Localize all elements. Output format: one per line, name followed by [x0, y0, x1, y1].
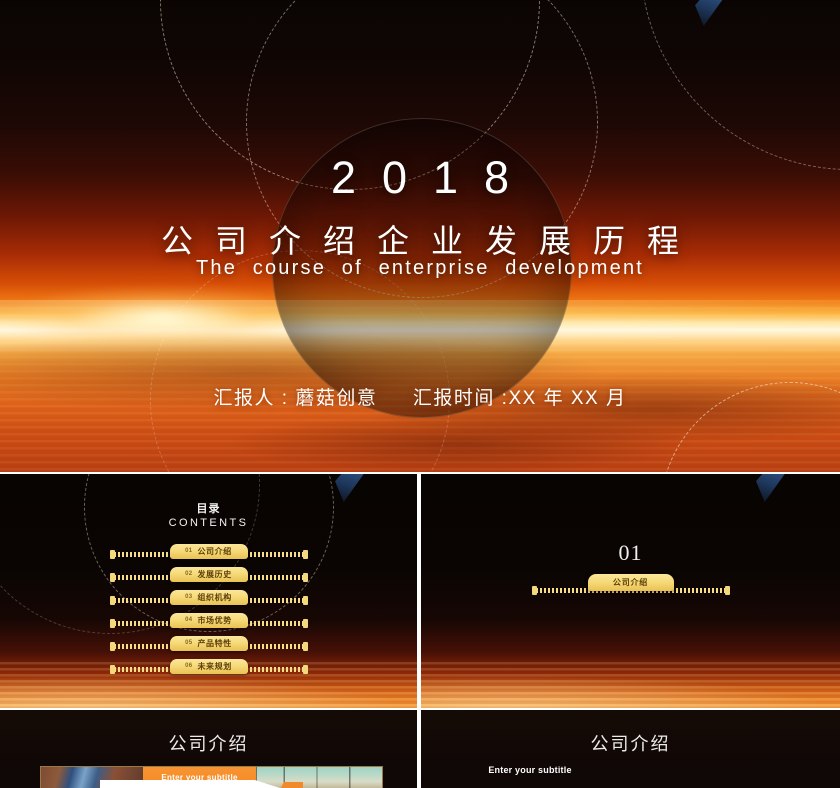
- cover-title-zh: 公司介绍企业发展历程: [160, 223, 701, 259]
- cover-meta-line: 汇报人 : 蘑菇创意 汇报时间 :XX 年 XX 月: [0, 383, 840, 410]
- toc-pill[interactable]: 05 产品特性: [169, 635, 248, 651]
- content-right-subtitle: Enter your subtitle: [488, 765, 572, 775]
- toc-item-label: 未来规划: [197, 661, 232, 671]
- toc-item[interactable]: 03 组织机构: [0, 586, 417, 608]
- toc-item[interactable]: 02 发展历史: [0, 563, 417, 585]
- slide-separator-vertical: [417, 474, 421, 708]
- toc-item[interactable]: 04 市场优势: [0, 609, 417, 631]
- slide-cover[interactable]: 2018 公司介绍企业发展历程 The course of enterprise…: [0, 0, 840, 472]
- toc-item-number: 02: [185, 571, 193, 577]
- toc-item-number: 01: [185, 548, 193, 554]
- content-right-orange-tab: [281, 782, 303, 788]
- toc-item-number: 05: [185, 640, 193, 646]
- toc-pill[interactable]: 03 组织机构: [169, 589, 248, 605]
- toc-heading: 目录 CONTENTS: [0, 500, 417, 529]
- toc-item[interactable]: 01 公司介绍: [0, 540, 417, 562]
- toc-item-number: 06: [185, 663, 193, 669]
- toc-item-number: 03: [185, 594, 193, 600]
- toc-item-number: 04: [185, 617, 193, 623]
- toc-pill[interactable]: 06 未来规划: [169, 658, 248, 674]
- toc-item[interactable]: 05 产品特性: [0, 632, 417, 654]
- toc-list: 01 公司介绍 02 发展历史 03 组织机构 04 市场优势 05 产品特性 …: [0, 540, 417, 678]
- section-pill[interactable]: 公司介绍: [587, 574, 674, 591]
- toc-item[interactable]: 06 未来规划: [0, 655, 417, 677]
- toc-pill[interactable]: 01 公司介绍: [169, 543, 248, 559]
- cover-presenter: 汇报人 : 蘑菇创意: [213, 388, 378, 409]
- ppt-template-preview: 2018 公司介绍企业发展历程 The course of enterprise…: [0, 0, 840, 788]
- cover-year: 2018: [330, 152, 536, 203]
- toc-heading-en: CONTENTS: [168, 517, 249, 529]
- section-number: 01: [618, 540, 643, 565]
- toc-item-label: 公司介绍: [197, 546, 232, 556]
- section-rail-wrap: 公司介绍: [421, 574, 840, 595]
- toc-item-label: 市场优势: [197, 615, 232, 625]
- slide-section-divider[interactable]: 01 公司介绍: [421, 474, 840, 708]
- toc-item-label: 组织机构: [197, 592, 232, 602]
- toc-pill[interactable]: 04 市场优势: [169, 612, 248, 628]
- toc-pill[interactable]: 02 发展历史: [169, 566, 248, 582]
- slide-separator-vertical: [417, 710, 421, 788]
- toc-item-label: 产品特性: [197, 638, 232, 648]
- toc-item-label: 发展历史: [197, 569, 232, 579]
- section-label: 公司介绍: [612, 578, 649, 587]
- content-left-title: 公司介绍: [168, 734, 249, 754]
- cover-date: 汇报时间 :XX 年 XX 月: [412, 388, 627, 409]
- content-right-title: 公司介绍: [590, 734, 671, 754]
- cover-subtitle-en: The course of enterprise development: [195, 257, 645, 279]
- slide-content-right[interactable]: 公司介绍: [421, 710, 840, 788]
- content-right-white-card: [100, 780, 280, 788]
- slide-table-of-contents[interactable]: 目录 CONTENTS 01 公司介绍 02 发展历史 03 组织机构 04 市…: [0, 474, 417, 708]
- toc-heading-zh: 目录: [196, 503, 221, 515]
